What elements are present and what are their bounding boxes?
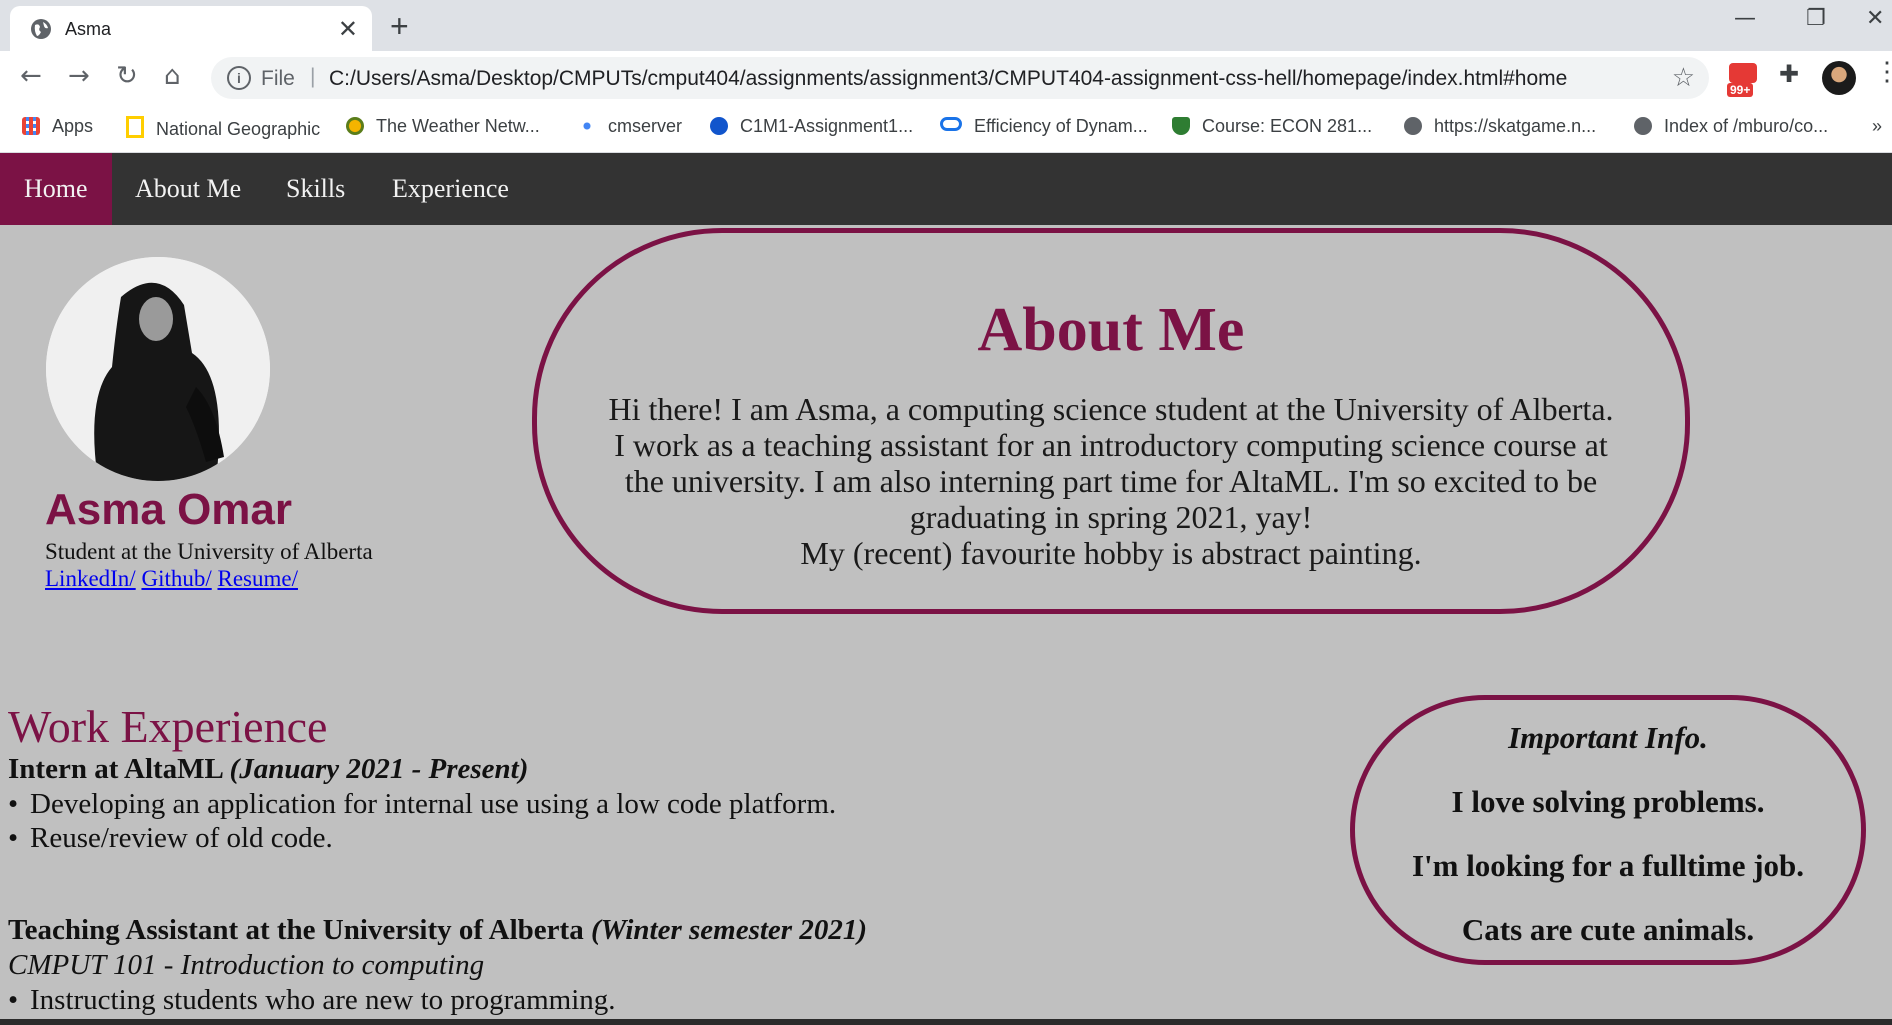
bookmark-label: The Weather Netw... bbox=[376, 116, 540, 136]
address-bar[interactable]: i File | C:/Users/Asma/Desktop/CMPUTs/cm… bbox=[211, 57, 1709, 99]
job-dates: (Winter semester 2021) bbox=[590, 914, 867, 946]
browser-toolbar: ← → ↻ ⌂ i File | C:/Users/Asma/Desktop/C… bbox=[0, 51, 1892, 104]
list-item: • Instructing students who are new to pro… bbox=[8, 984, 616, 1016]
coursera-icon bbox=[710, 117, 728, 135]
globe-icon bbox=[31, 19, 51, 39]
nav-home-link[interactable]: Home bbox=[0, 153, 112, 225]
nav-about-link[interactable]: About Me bbox=[111, 153, 265, 225]
info-line: I love solving problems. bbox=[1451, 784, 1765, 819]
profile-name: Asma Omar bbox=[45, 485, 293, 534]
bookmark-label: Apps bbox=[52, 116, 94, 136]
bookmark-item[interactable]: cmserver bbox=[578, 116, 682, 137]
bookmark-item[interactable]: The Weather Netw... bbox=[346, 116, 540, 137]
new-tab-button[interactable]: + bbox=[390, 8, 409, 45]
window-bottom-edge bbox=[0, 1019, 1892, 1025]
shield-icon bbox=[1172, 117, 1190, 135]
weather-icon bbox=[346, 117, 364, 135]
address-separator: | bbox=[310, 65, 316, 88]
window-close-button[interactable]: ✕ bbox=[1866, 6, 1884, 31]
profile-subtitle: Student at the University of Alberta bbox=[45, 539, 373, 564]
bookmark-label: National Geographic bbox=[156, 119, 321, 139]
bookmark-label: Efficiency of Dynam... bbox=[974, 116, 1148, 136]
work-experience-heading: Work Experience bbox=[8, 701, 328, 752]
extension-button[interactable]: 99+ bbox=[1727, 63, 1757, 97]
github-link[interactable]: Github/ bbox=[141, 566, 211, 591]
bookmark-item[interactable]: National Geographic bbox=[126, 116, 320, 140]
cmserver-icon bbox=[578, 117, 596, 135]
about-bio: Hi there! I am Asma, a computing science… bbox=[607, 391, 1615, 571]
bookmark-item[interactable]: Course: ECON 281... bbox=[1172, 116, 1372, 137]
browser-menu-icon[interactable]: ⋮ bbox=[1874, 57, 1892, 87]
bookmark-item[interactable]: Apps bbox=[22, 116, 93, 137]
resume-link[interactable]: Resume/ bbox=[217, 566, 298, 591]
bookmark-item[interactable]: Index of /mburo/co... bbox=[1634, 116, 1828, 137]
list-item: • Developing an application for internal … bbox=[8, 788, 837, 820]
tab-close-icon[interactable]: ✕ bbox=[338, 15, 358, 44]
job-dates: (January 2021 - Present) bbox=[229, 753, 529, 785]
job-title: Teaching Assistant at the University of … bbox=[8, 914, 867, 947]
apps-grid-icon bbox=[22, 117, 40, 135]
bookmark-item[interactable]: C1M1-Assignment1... bbox=[710, 116, 913, 137]
minimize-button[interactable]: — bbox=[1734, 6, 1756, 31]
site-nav: Home About Me Skills Experience bbox=[0, 153, 1892, 225]
list-item-text: Developing an application for internal u… bbox=[30, 788, 837, 820]
bookmark-label: Course: ECON 281... bbox=[1202, 116, 1373, 136]
forward-button[interactable]: → bbox=[68, 61, 90, 91]
bookmarks-bar: Apps National Geographic The Weather Net… bbox=[0, 104, 1892, 153]
about-bio-text: Hi there! I am Asma, a computing science… bbox=[608, 391, 1614, 535]
reload-button[interactable]: ↻ bbox=[116, 61, 138, 91]
job-title: Intern at AltaML (January 2021 - Present… bbox=[8, 753, 528, 786]
bookmark-item[interactable]: https://skatgame.n... bbox=[1404, 116, 1596, 137]
address-scheme: File bbox=[261, 67, 295, 90]
nav-experience-link[interactable]: Experience bbox=[368, 153, 533, 225]
natgeo-icon bbox=[126, 116, 144, 138]
about-me-card: About Me Hi there! I am Asma, a computin… bbox=[532, 228, 1690, 614]
bookmark-label: https://skatgame.n... bbox=[1434, 116, 1597, 136]
globe-icon bbox=[1404, 117, 1422, 135]
home-button[interactable]: ⌂ bbox=[164, 61, 181, 91]
browser-tab-strip: Asma ✕ + — ❐ ✕ bbox=[0, 0, 1892, 51]
globe-icon bbox=[1634, 117, 1652, 135]
about-hobby-text: My (recent) favourite hobby is abstract … bbox=[800, 535, 1422, 571]
important-info-card: Important Info. I love solving problems.… bbox=[1350, 695, 1866, 965]
job-title-text: Teaching Assistant at the University of … bbox=[8, 914, 584, 946]
list-item-text: Instructing students who are new to prog… bbox=[30, 984, 616, 1016]
profile-photo bbox=[46, 257, 270, 481]
infinity-icon bbox=[940, 117, 962, 131]
course-name: CMPUT 101 - Introduction to computing bbox=[8, 949, 485, 981]
linkedin-link[interactable]: LinkedIn/ bbox=[45, 566, 136, 591]
address-url[interactable]: C:/Users/Asma/Desktop/CMPUTs/cmput404/as… bbox=[329, 67, 1567, 91]
browser-tab[interactable]: Asma ✕ bbox=[10, 6, 372, 51]
restore-button[interactable]: ❐ bbox=[1806, 6, 1826, 31]
about-heading: About Me bbox=[977, 296, 1245, 364]
info-icon[interactable]: i bbox=[227, 66, 251, 90]
info-line: Cats are cute animals. bbox=[1461, 912, 1755, 947]
profile-avatar[interactable] bbox=[1822, 61, 1856, 95]
bookmark-item[interactable]: Efficiency of Dynam... bbox=[940, 116, 1148, 137]
list-item-text: Reuse/review of old code. bbox=[30, 822, 333, 854]
tab-title: Asma bbox=[65, 19, 112, 39]
extension-badge: 99+ bbox=[1727, 83, 1754, 97]
bookmark-label: cmserver bbox=[608, 116, 683, 136]
info-line: I'm looking for a fulltime job. bbox=[1411, 848, 1805, 883]
profile-links: LinkedIn/ Github/ Resume/ bbox=[45, 566, 298, 592]
info-title: Important Info. bbox=[1508, 720, 1708, 755]
bookmark-star-icon[interactable]: ☆ bbox=[1672, 62, 1695, 93]
bookmarks-more-icon[interactable]: » bbox=[1872, 116, 1882, 137]
list-item: • Reuse/review of old code. bbox=[8, 822, 333, 854]
job-title-text: Intern at AltaML bbox=[8, 753, 223, 785]
back-button[interactable]: ← bbox=[20, 61, 42, 91]
bookmark-label: Index of /mburo/co... bbox=[1664, 116, 1829, 136]
bookmark-label: C1M1-Assignment1... bbox=[740, 116, 914, 136]
nav-skills-link[interactable]: Skills bbox=[262, 153, 369, 225]
person-silhouette-icon bbox=[46, 257, 270, 481]
extensions-puzzle-icon[interactable]: ✚ bbox=[1779, 60, 1799, 89]
